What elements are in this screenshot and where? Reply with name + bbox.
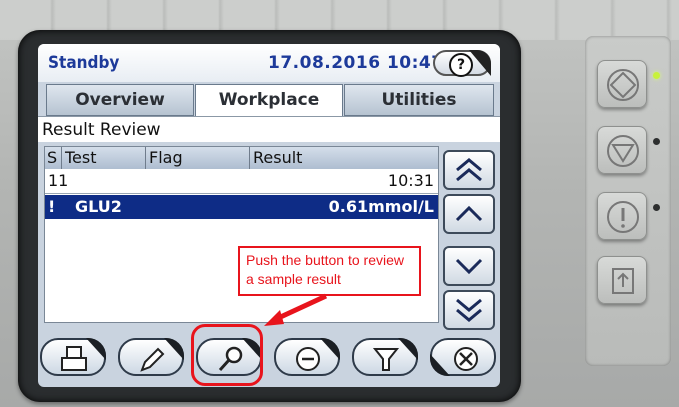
callout-arrow-icon bbox=[264, 293, 328, 326]
button-corner bbox=[320, 338, 340, 360]
status-bar: Standby 17.08.2016 10:47 ? bbox=[38, 44, 500, 82]
start-icon bbox=[607, 69, 639, 101]
bottom-toolbar bbox=[38, 334, 500, 384]
cell-result: 0.61mmol/L bbox=[328, 197, 434, 216]
print-button[interactable] bbox=[40, 338, 106, 376]
table-header: S Test Flag Result bbox=[45, 147, 438, 169]
start-button[interactable] bbox=[597, 60, 647, 108]
edit-button[interactable] bbox=[118, 338, 184, 376]
scroll-to-bottom-button[interactable] bbox=[443, 290, 495, 330]
touch-screen: Standby 17.08.2016 10:47 ? Overview Work… bbox=[38, 44, 500, 387]
scroll-to-top-button[interactable] bbox=[443, 150, 495, 190]
instruction-callout: Push the button to review a sample resul… bbox=[238, 246, 421, 296]
column-header-s[interactable]: S bbox=[45, 147, 62, 169]
status-led-ready bbox=[653, 72, 660, 79]
scroll-up-button[interactable] bbox=[443, 194, 495, 234]
remove-button[interactable] bbox=[274, 338, 340, 376]
report-button[interactable] bbox=[597, 256, 647, 304]
cancel-circle-icon bbox=[454, 347, 478, 371]
tab-utilities[interactable]: Utilities bbox=[344, 84, 494, 116]
column-header-test[interactable]: Test bbox=[62, 147, 146, 169]
scroll-down-button[interactable] bbox=[443, 246, 495, 286]
scroll-down-icon bbox=[455, 258, 483, 275]
cell-s: ! bbox=[48, 197, 56, 216]
tab-bar: Overview Workplace Utilities bbox=[38, 84, 500, 116]
status-led-stop bbox=[653, 138, 660, 145]
filter-button[interactable] bbox=[352, 338, 418, 376]
table-row[interactable]: 11 10:31 bbox=[45, 169, 438, 194]
button-corner bbox=[469, 50, 491, 76]
button-corner bbox=[86, 338, 106, 360]
alert-icon bbox=[607, 201, 639, 233]
scroll-to-top-icon bbox=[456, 158, 482, 182]
datetime-label: 17.08.2016 10:47 bbox=[268, 53, 444, 73]
cell-result: 10:31 bbox=[387, 171, 434, 190]
button-corner bbox=[430, 354, 450, 376]
alert-button[interactable] bbox=[597, 192, 647, 240]
status-label: Standby bbox=[48, 53, 120, 73]
column-header-flag[interactable]: Flag bbox=[145, 147, 250, 169]
table-row-selected[interactable]: ! GLU2 0.61mmol/L bbox=[45, 195, 438, 219]
status-led-alert bbox=[653, 204, 660, 211]
button-corner bbox=[164, 338, 184, 360]
hardware-panel bbox=[585, 36, 671, 366]
button-corner bbox=[398, 338, 418, 360]
page-title: Result Review bbox=[38, 116, 500, 142]
column-header-result[interactable]: Result bbox=[249, 147, 437, 169]
stop-button[interactable] bbox=[597, 126, 647, 174]
cell-s: 11 bbox=[48, 171, 69, 190]
results-table: S Test Flag Result 11 10:31 ! GLU2 0.61m… bbox=[44, 146, 439, 323]
report-icon bbox=[612, 268, 634, 294]
help-button[interactable]: ? bbox=[433, 50, 491, 77]
tab-overview[interactable]: Overview bbox=[46, 84, 194, 116]
tab-workplace[interactable]: Workplace bbox=[195, 84, 343, 116]
scroll-to-bottom-icon bbox=[456, 298, 482, 322]
highlight-review-button bbox=[191, 324, 263, 386]
cancel-button[interactable] bbox=[430, 338, 496, 376]
cell-test: GLU2 bbox=[75, 197, 122, 216]
scroll-up-icon bbox=[455, 205, 483, 222]
stop-icon bbox=[607, 135, 639, 167]
